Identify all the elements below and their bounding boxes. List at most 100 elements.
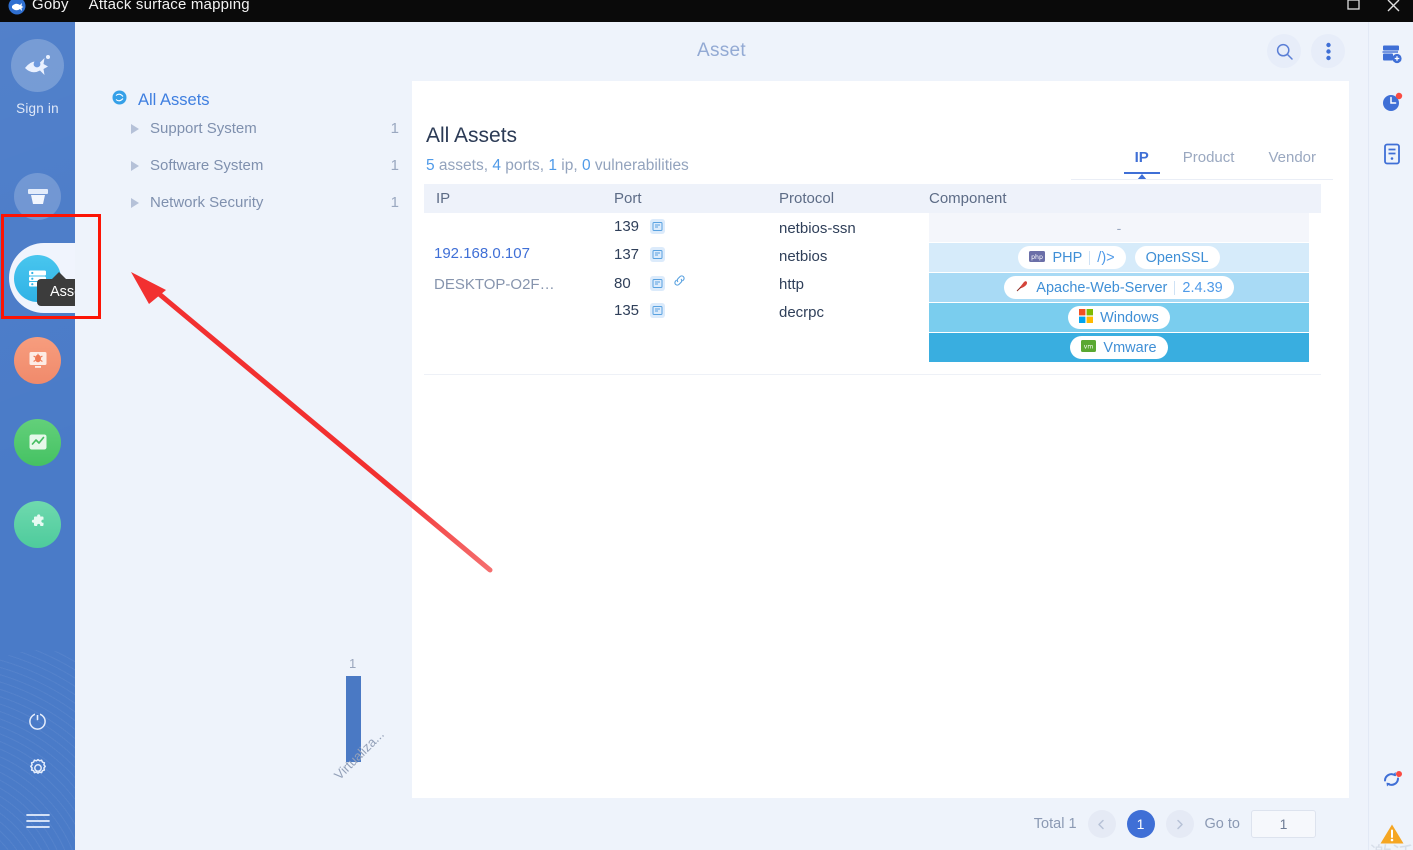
column-header-ip: IP [436, 190, 451, 207]
tabs-divider [1071, 179, 1333, 180]
total-label: Total 1 [1033, 816, 1077, 832]
history-clock-icon[interactable] [1369, 90, 1413, 114]
column-header-component: Component [929, 190, 1007, 207]
chip-separator [1174, 280, 1176, 295]
chevron-right-icon[interactable] [131, 123, 139, 134]
svg-text:php: php [1032, 254, 1044, 261]
component-chip-windows[interactable]: Windows [1068, 306, 1170, 329]
tree-root-all-assets[interactable]: All Assets [108, 86, 413, 110]
ports-count: 4 [492, 157, 501, 174]
ip-word: ip, [556, 157, 582, 174]
component-chip-openssl[interactable]: OpenSSL [1134, 246, 1220, 269]
hamburger-icon[interactable] [0, 792, 75, 850]
close-icon[interactable] [1373, 0, 1413, 16]
vuln-word: vulnerabilities [590, 157, 689, 174]
sidebar-nav: Asset [0, 155, 75, 565]
tree-root-label: All Assets [138, 90, 210, 109]
signin-label[interactable]: Sign in [16, 101, 59, 116]
detail-icon[interactable] [650, 219, 665, 234]
view-tabs: IP Product Vendor [1118, 149, 1333, 180]
chevron-right-icon[interactable] [131, 197, 139, 208]
app-subtitle: Attack surface mapping [88, 0, 250, 13]
badge-dot [1395, 771, 1402, 777]
tab-vendor[interactable]: Vendor [1251, 149, 1333, 174]
sidebar-item-scan[interactable] [0, 155, 75, 237]
component-name: Vmware [1103, 339, 1157, 356]
add-asset-icon[interactable] [1369, 42, 1413, 66]
tab-ip[interactable]: IP [1118, 149, 1166, 180]
component-row-empty: - [929, 213, 1309, 242]
minimize-icon[interactable] [1333, 0, 1373, 16]
port-entry: 80 [614, 274, 686, 292]
power-icon[interactable] [0, 696, 75, 744]
php-icon: php [1029, 250, 1046, 266]
search-icon[interactable] [1267, 34, 1301, 68]
sidebar-item-asset[interactable]: Asset [0, 237, 75, 319]
page-header: Asset [75, 22, 1368, 80]
component-name: OpenSSL [1145, 249, 1209, 266]
watermark-text: 激活 [1369, 838, 1413, 850]
tree-node-support-system[interactable]: Support System 1 [108, 110, 413, 147]
windows-icon [1079, 308, 1094, 327]
report-icon[interactable] [1369, 142, 1413, 166]
card-summary: 5 assets, 4 ports, 1 ip, 0 vulnerabiliti… [426, 157, 689, 175]
card-title: All Assets [426, 124, 518, 147]
cell-ip-address[interactable]: 192.168.0.107 [434, 245, 530, 262]
detail-icon[interactable] [650, 275, 665, 291]
link-icon[interactable] [673, 274, 686, 292]
tab-label: Vendor [1268, 149, 1316, 166]
app-name: Goby [32, 0, 69, 13]
protocol-value: http [779, 276, 805, 293]
component-chip-vmware[interactable]: vm Vmware [1070, 336, 1168, 359]
tree-node-network-security[interactable]: Network Security 1 [108, 184, 413, 221]
goby-logo-icon [6, 0, 28, 17]
fish-logo-icon [11, 39, 64, 92]
puzzle-icon [14, 500, 61, 548]
more-vertical-icon[interactable] [1311, 34, 1345, 68]
component-row: Windows [929, 303, 1309, 332]
header-actions [1267, 34, 1345, 68]
account-block[interactable]: Sign in [0, 39, 75, 116]
chart-line-icon [14, 418, 61, 466]
tree-node-software-system[interactable]: Software System 1 [108, 147, 413, 184]
sidebar-item-vulnerability[interactable] [0, 319, 75, 401]
all-assets-icon [112, 90, 127, 110]
detail-icon[interactable] [650, 247, 665, 262]
refresh-icon[interactable] [1369, 767, 1413, 791]
vmware-icon: vm [1081, 339, 1097, 356]
page-number-1[interactable]: 1 [1126, 810, 1155, 838]
component-version: 2.4.39 [1182, 279, 1223, 296]
tree-node-label: Network Security [150, 194, 264, 211]
sidebar-item-extensions[interactable] [0, 483, 75, 565]
component-chip-php[interactable]: php PHP /)> [1018, 246, 1126, 269]
port-number[interactable]: 135 [614, 302, 642, 319]
component-version: /)> [1097, 249, 1115, 266]
goto-label: Go to [1204, 816, 1240, 832]
ip-count: 1 [548, 157, 557, 174]
chevron-right-icon[interactable] [131, 160, 139, 171]
asset-list-card: All Assets 5 assets, 4 ports, 1 ip, 0 vu… [412, 81, 1349, 800]
table-header: IP Port Protocol Component [424, 184, 1321, 213]
tree-node-label: Support System [150, 120, 257, 137]
next-page-button[interactable] [1165, 810, 1194, 838]
port-number[interactable]: 80 [614, 275, 642, 292]
port-number[interactable]: 137 [614, 246, 642, 263]
svg-text:vm: vm [1084, 343, 1094, 350]
tab-product[interactable]: Product [1166, 149, 1252, 174]
table-row[interactable]: 192.168.0.107 DESKTOP-O2F… 139 137 80 13… [424, 213, 1321, 372]
tree-node-count: 1 [390, 157, 399, 174]
goto-page-input[interactable] [1251, 810, 1316, 838]
protocol-value: netbios [779, 248, 828, 265]
assets-word: assets, [434, 157, 493, 174]
empty-dash: - [1116, 219, 1122, 236]
sidebar-bottom-actions [0, 696, 75, 850]
port-number[interactable]: 139 [614, 218, 642, 235]
prev-page-button[interactable] [1087, 810, 1116, 838]
gear-icon[interactable] [0, 744, 75, 792]
component-chip-apache[interactable]: Apache-Web-Server 2.4.39 [1004, 276, 1234, 299]
asset-tree: All Assets Support System 1 Software Sys… [108, 86, 413, 221]
sidebar-item-statistics[interactable] [0, 401, 75, 483]
vuln-count: 0 [581, 157, 591, 174]
detail-icon[interactable] [650, 303, 665, 318]
port-entry: 139 [614, 218, 665, 235]
